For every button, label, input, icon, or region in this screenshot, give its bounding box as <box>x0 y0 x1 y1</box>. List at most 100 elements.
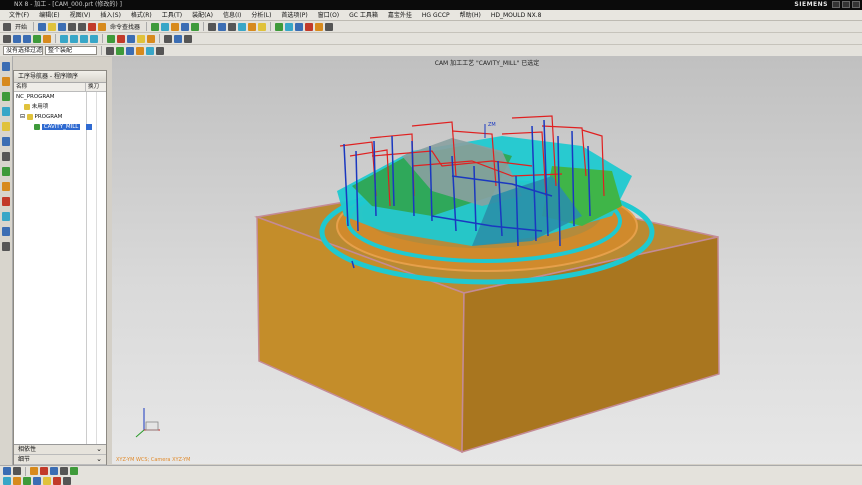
part-navigator-icon[interactable] <box>2 92 10 101</box>
menu-preferences[interactable]: 首选项(P) <box>276 10 312 21</box>
shop-doc-icon[interactable] <box>315 22 324 31</box>
menu-window[interactable]: 窗口(O) <box>313 10 344 21</box>
wcs-icon[interactable] <box>3 467 11 475</box>
program-order-view-icon[interactable] <box>60 34 68 43</box>
close-icon[interactable] <box>852 1 860 8</box>
selection-filter-select[interactable]: 没有选择过滤器 <box>3 46 43 55</box>
create-program-icon[interactable] <box>151 22 160 31</box>
close-x-icon[interactable] <box>184 34 192 43</box>
redo-icon[interactable] <box>78 22 87 31</box>
dependencies-panel[interactable]: 相依性 <box>14 444 106 455</box>
select-face-icon[interactable] <box>116 46 124 55</box>
open-icon[interactable] <box>48 22 57 31</box>
csys-icon[interactable] <box>60 467 68 475</box>
web-browser-icon[interactable] <box>2 137 10 146</box>
assembly-scope-select[interactable]: 整个装配 <box>45 46 97 55</box>
center-icon[interactable] <box>33 34 41 43</box>
create-geometry-icon[interactable] <box>171 22 180 31</box>
replay-toolpath-icon[interactable] <box>285 22 294 31</box>
plane-icon[interactable] <box>50 467 58 475</box>
sensors-icon[interactable] <box>2 242 10 251</box>
system-materials-icon[interactable] <box>2 197 10 206</box>
model-view[interactable]: ZM <box>112 56 862 464</box>
output-cls-icon[interactable] <box>325 22 334 31</box>
shaded-icon[interactable] <box>238 22 247 31</box>
process-studio-icon[interactable] <box>2 227 10 236</box>
endpoint-icon[interactable] <box>13 34 21 43</box>
history-icon[interactable] <box>2 152 10 161</box>
create-method-icon[interactable] <box>181 22 190 31</box>
rotate-icon[interactable] <box>228 22 237 31</box>
save-icon[interactable] <box>58 22 67 31</box>
menu-format[interactable]: 格式(R) <box>126 10 157 21</box>
cut-icon[interactable] <box>98 22 107 31</box>
zoom-icon[interactable] <box>218 22 227 31</box>
machine-tool-view-icon[interactable] <box>70 34 78 43</box>
quadrant-icon[interactable] <box>43 34 51 43</box>
graphics-window[interactable]: CAM 加工工艺 "CAVITY_MILL" 已选定 ZM <box>112 56 862 464</box>
snap-point-icon[interactable] <box>3 34 11 43</box>
method-view-icon[interactable] <box>90 34 98 43</box>
generate-toolpath-icon[interactable] <box>275 22 284 31</box>
geometry-view-icon[interactable] <box>80 34 88 43</box>
constraint-navigator-icon[interactable] <box>2 77 10 86</box>
snap-grid-icon[interactable] <box>156 46 164 55</box>
vector-icon[interactable] <box>40 467 48 475</box>
measure-icon[interactable] <box>164 34 172 43</box>
create-operation-icon[interactable] <box>191 22 200 31</box>
select-body-icon[interactable] <box>136 46 144 55</box>
new-icon[interactable] <box>38 22 47 31</box>
start-button[interactable]: 开始 <box>15 22 27 31</box>
tree-item-program[interactable]: ⊟ PROGRAM <box>14 112 106 122</box>
copy-object-icon[interactable] <box>127 34 135 43</box>
boolean-icon[interactable] <box>63 477 71 485</box>
column-toolchange[interactable]: 换刀 <box>86 83 99 91</box>
menu-information[interactable]: 信息(I) <box>218 10 246 21</box>
transform-object-icon[interactable] <box>147 34 155 43</box>
trim-icon[interactable] <box>33 477 41 485</box>
details-panel[interactable]: 细节 <box>14 454 106 465</box>
select-all-icon[interactable] <box>106 46 114 55</box>
layer-icon[interactable] <box>258 22 267 31</box>
cut-object-icon[interactable] <box>117 34 125 43</box>
select-edge-icon[interactable] <box>126 46 134 55</box>
postprocess-icon[interactable] <box>305 22 314 31</box>
orient-view-icon[interactable] <box>248 22 257 31</box>
fit-view-icon[interactable] <box>208 22 217 31</box>
point-icon[interactable] <box>30 467 38 475</box>
menu-gc-toolkit[interactable]: GC 工具箱 <box>344 10 383 21</box>
menu-tools[interactable]: 工具(T) <box>157 10 187 21</box>
column-name[interactable]: 名称 <box>14 83 86 91</box>
reuse-library-icon[interactable] <box>2 167 10 176</box>
menu-view[interactable]: 视图(V) <box>65 10 96 21</box>
menu-help[interactable]: 帮助(H) <box>455 10 486 21</box>
menu-insert[interactable]: 插入(S) <box>95 10 126 21</box>
create-tool-icon[interactable] <box>161 22 170 31</box>
menu-plugin[interactable]: 嘉宝外挂 <box>383 10 417 21</box>
extrude-icon[interactable] <box>13 477 21 485</box>
maximize-icon[interactable] <box>842 1 850 8</box>
menu-hd-mould[interactable]: HD_MOULD NX.8 <box>486 10 547 21</box>
verify-toolpath-icon[interactable] <box>295 22 304 31</box>
snap-icon[interactable] <box>13 467 21 475</box>
menu-file[interactable]: 文件(F) <box>4 10 34 21</box>
paste-object-icon[interactable] <box>137 34 145 43</box>
menu-edit[interactable]: 编辑(E) <box>34 10 64 21</box>
blend-icon[interactable] <box>43 477 51 485</box>
chamfer-icon[interactable] <box>53 477 61 485</box>
machine-tool-navigator-icon[interactable] <box>2 122 10 131</box>
assembly-navigator-icon[interactable] <box>2 62 10 71</box>
roles-icon[interactable] <box>2 182 10 191</box>
menu-hg-gccp[interactable]: HG GCCP <box>417 10 455 21</box>
section-icon[interactable] <box>174 34 182 43</box>
revolve-icon[interactable] <box>23 477 31 485</box>
palettes-icon[interactable] <box>2 212 10 221</box>
sketch-icon[interactable] <box>3 477 11 485</box>
tree-item-unused[interactable]: 未用项 <box>14 102 106 112</box>
midpoint-icon[interactable] <box>23 34 31 43</box>
tree-item-cavity-mill[interactable]: CAVITY_MILL <box>14 122 106 132</box>
minimize-icon[interactable] <box>832 1 840 8</box>
expand-icon[interactable]: ⊟ <box>20 113 25 120</box>
undo-icon[interactable] <box>68 22 77 31</box>
operation-navigator-icon[interactable] <box>2 107 10 116</box>
